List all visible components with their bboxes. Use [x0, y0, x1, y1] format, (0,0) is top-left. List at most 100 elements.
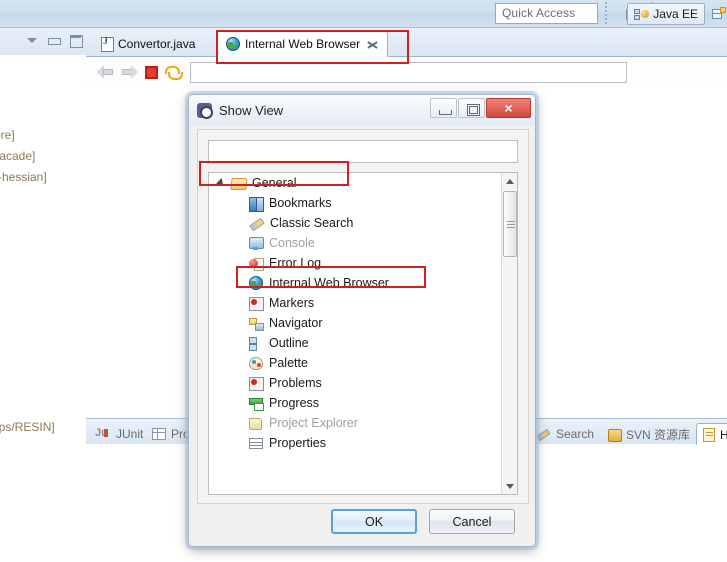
error-log-icon	[249, 257, 264, 271]
tree-item-label: General	[252, 176, 297, 190]
bottom-tab-label: SVN 资源库	[626, 427, 691, 442]
left-view-header	[0, 28, 86, 55]
tree-item-general[interactable]: General	[209, 173, 501, 193]
progress-icon	[249, 397, 264, 411]
dialog-restore-button[interactable]	[458, 98, 485, 118]
tree-item-properties[interactable]: Properties	[209, 433, 501, 453]
tree-item-label: Project Explorer	[269, 416, 358, 430]
view-tree[interactable]: General Bookmarks Classic Search Console	[208, 172, 518, 495]
dialog-close-button[interactable]: ×	[486, 98, 531, 118]
tree-item-classic-search[interactable]: Classic Search	[209, 213, 501, 233]
tree-item-label: Navigator	[269, 316, 323, 330]
problems-icon	[249, 376, 264, 391]
bottom-tab-svn-repository[interactable]: SVN 资源库	[608, 423, 690, 445]
bottom-tab-label: Pro	[171, 427, 190, 441]
ok-button[interactable]: OK	[331, 509, 417, 534]
chevron-expanded-icon[interactable]	[216, 178, 226, 188]
bookmarks-icon	[249, 196, 264, 212]
left-view-text-3: pps/RESIN]	[0, 420, 55, 434]
view-menu-icon[interactable]	[27, 35, 38, 46]
perspective-icon	[711, 7, 726, 21]
left-view-panel: ore] -facade] k-hessian] pps/RESIN]	[0, 28, 86, 562]
scroll-down-icon[interactable]	[502, 478, 517, 494]
perspective-button-other[interactable]	[711, 3, 726, 25]
bottom-tab-junit[interactable]: JUnit	[95, 423, 143, 445]
show-view-dialog: Show View × General Bookmarks Classic Se…	[185, 91, 539, 550]
tree-scrollbar[interactable]	[501, 173, 517, 494]
console-icon	[249, 236, 264, 250]
forward-arrow-icon[interactable]	[121, 65, 138, 79]
dialog-title: Show View	[219, 102, 284, 118]
bottom-tab-search[interactable]: Search	[537, 423, 594, 445]
stop-icon[interactable]	[145, 65, 158, 79]
refresh-icon[interactable]	[165, 65, 181, 80]
editor-tab-convertor-java[interactable]: Convertor.java	[92, 31, 204, 57]
tree-item-problems[interactable]: Problems	[209, 373, 501, 393]
cancel-button[interactable]: Cancel	[429, 509, 515, 534]
perspective-label: Java EE	[653, 7, 698, 21]
java-ee-icon	[634, 8, 650, 21]
tree-item-navigator[interactable]: Navigator	[209, 313, 501, 333]
scroll-up-icon[interactable]	[502, 173, 517, 189]
tree-item-console[interactable]: Console	[209, 233, 501, 253]
tree-item-label: Classic Search	[270, 216, 354, 230]
dialog-footer: OK Cancel	[197, 505, 529, 540]
dialog-titlebar[interactable]: Show View ×	[189, 95, 535, 125]
tree-item-label: Problems	[269, 376, 322, 390]
bottom-tab-problems[interactable]: Pro	[152, 423, 190, 445]
ok-button-label: OK	[364, 514, 384, 529]
folder-icon	[231, 177, 246, 189]
tree-item-bookmarks[interactable]: Bookmarks	[209, 193, 501, 213]
minimize-icon[interactable]	[47, 35, 61, 46]
tree-item-label: Palette	[269, 356, 308, 370]
view-filter-input[interactable]	[208, 140, 518, 163]
main-toolbar: Quick Access Java EE	[0, 0, 727, 28]
toolbar-separator-1	[605, 2, 607, 26]
close-icon: ×	[504, 100, 513, 116]
bottom-tab-label: H	[720, 427, 727, 442]
project-explorer-icon	[249, 417, 263, 430]
svn-icon	[608, 428, 622, 442]
table-icon	[152, 428, 166, 440]
left-view-text-0: ore]	[0, 128, 15, 142]
tree-item-label: Outline	[269, 336, 309, 350]
dialog-body: General Bookmarks Classic Search Console	[197, 129, 529, 504]
maximize-icon[interactable]	[69, 35, 83, 48]
tree-item-label: Error Log	[269, 256, 322, 270]
quick-access-input[interactable]: Quick Access	[495, 3, 598, 24]
globe-icon	[226, 37, 240, 51]
bottom-tab-label: Search	[556, 427, 595, 441]
tree-item-palette[interactable]: Palette	[209, 353, 501, 373]
tree-item-error-log[interactable]: Error Log	[209, 253, 501, 273]
back-arrow-icon[interactable]	[97, 65, 114, 79]
browser-toolbar	[86, 57, 727, 87]
globe-icon	[249, 276, 263, 290]
scrollbar-thumb[interactable]	[503, 191, 517, 257]
dialog-minimize-button[interactable]	[430, 98, 457, 118]
tree-item-progress[interactable]: Progress	[209, 393, 501, 413]
tree-item-label: Progress	[269, 396, 320, 410]
window-controls: ×	[430, 98, 531, 118]
palette-icon	[249, 356, 263, 370]
editor-tab-label: Convertor.java	[118, 37, 196, 51]
eclipse-window: Quick Access Java EE ore] -facade] k-hes…	[0, 0, 727, 562]
bottom-tab-h[interactable]: H	[696, 423, 727, 445]
editor-tabstrip: Convertor.java Internal Web Browser	[86, 28, 727, 57]
classic-search-icon	[249, 217, 264, 230]
properties-icon	[249, 437, 263, 449]
junit-icon	[95, 427, 111, 441]
perspective-button-java-ee[interactable]: Java EE	[627, 3, 705, 25]
browser-url-input[interactable]	[190, 61, 627, 83]
tree-item-project-explorer[interactable]: Project Explorer	[209, 413, 501, 433]
tree-item-outline[interactable]: Outline	[209, 333, 501, 353]
tree-item-internal-web-browser[interactable]: Internal Web Browser	[209, 273, 501, 293]
left-view-text-2: k-hessian]	[0, 170, 47, 184]
markers-icon	[249, 296, 264, 311]
editor-tab-label: Internal Web Browser	[245, 37, 361, 51]
document-icon	[703, 427, 715, 442]
tree-item-label: Markers	[269, 296, 315, 310]
outline-icon	[249, 336, 263, 351]
close-icon[interactable]	[367, 39, 378, 50]
tree-item-markers[interactable]: Markers	[209, 293, 501, 313]
editor-tab-internal-web-browser[interactable]: Internal Web Browser	[216, 31, 389, 57]
